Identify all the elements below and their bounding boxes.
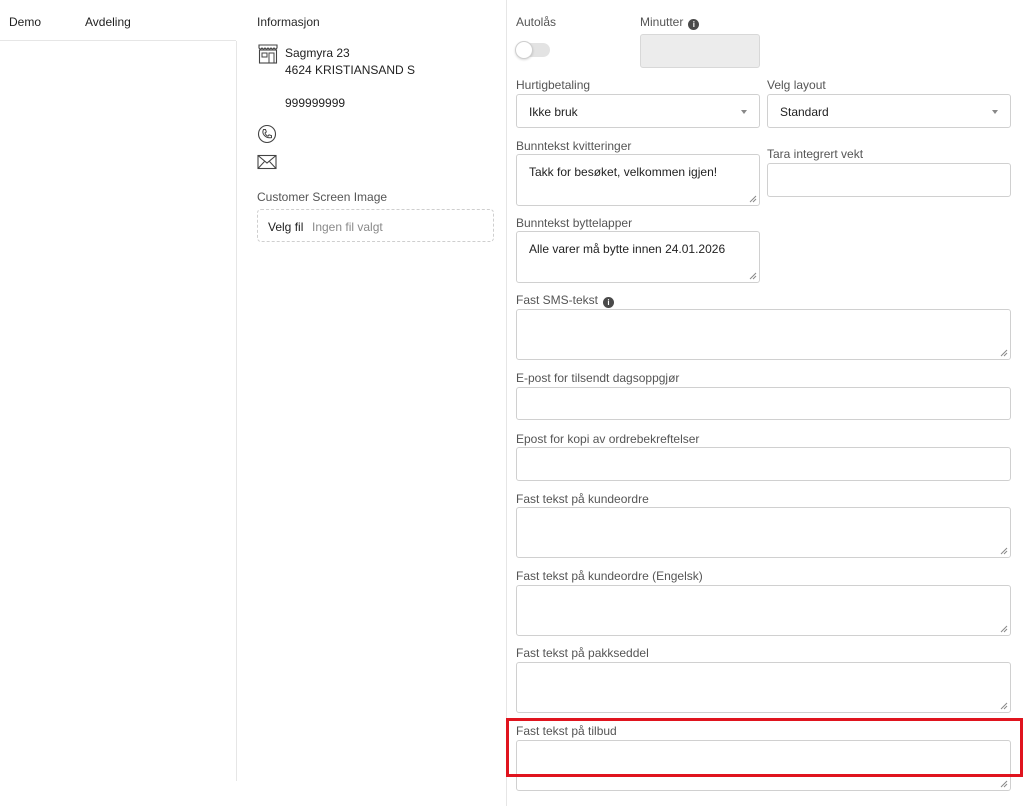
autolas-toggle[interactable] [515, 41, 550, 59]
column-divider [236, 41, 237, 781]
bunntekst-bytte-label: Bunntekst byttelapper [516, 216, 633, 230]
phone-icon[interactable] [257, 124, 277, 144]
layout-select[interactable]: Standard [767, 94, 1011, 128]
pakkseddel-textarea[interactable] [516, 662, 1011, 713]
kundeordre-en-textarea[interactable] [516, 585, 1011, 636]
sms-textarea[interactable] [516, 309, 1011, 360]
column-header-avdeling[interactable]: Avdeling [85, 15, 131, 29]
column-divider [506, 0, 507, 806]
info-title: Informasjon [257, 15, 320, 29]
bunntekst-kvitteringer-label: Bunntekst kvitteringer [516, 139, 632, 153]
bunntekst-kvitteringer-textarea[interactable]: Takk for besøket, velkommen igjen! [516, 154, 760, 206]
customer-screen-file-input[interactable]: Velg fil Ingen fil valgt [257, 209, 494, 242]
sms-label: Fast SMS-tekst i [516, 293, 615, 308]
phone-number: 999999999 [285, 96, 346, 110]
epost-dagsoppgjor-label: E-post for tilsendt dagsoppgjør [516, 371, 680, 385]
minutter-label-text: Minutter [640, 15, 684, 29]
choose-file-button[interactable]: Velg fil [268, 220, 303, 234]
highlight-frame [506, 718, 1023, 777]
bunntekst-bytte-value: Alle varer må bytte innen 24.01.2026 [529, 242, 726, 256]
tara-input[interactable] [767, 163, 1011, 197]
kundeordre-label: Fast tekst på kundeordre [516, 492, 649, 506]
pakkseddel-label: Fast tekst på pakkseddel [516, 646, 649, 660]
info-icon[interactable]: i [603, 297, 615, 308]
bunntekst-bytte-textarea[interactable]: Alle varer må bytte innen 24.01.2026 [516, 231, 760, 283]
resize-handle-icon[interactable] [1000, 702, 1008, 710]
resize-handle-icon[interactable] [749, 272, 757, 280]
kundeordre-textarea[interactable] [516, 507, 1011, 558]
address-street: Sagmyra 23 [285, 46, 350, 60]
info-icon[interactable]: i [688, 19, 700, 30]
resize-handle-icon[interactable] [1000, 547, 1008, 555]
mail-icon[interactable] [257, 154, 277, 170]
epost-ordre-label: Epost for kopi av ordrebekreftelser [516, 432, 700, 446]
toggle-knob[interactable] [515, 41, 533, 59]
epost-dagsoppgjor-input[interactable] [516, 387, 1011, 420]
column-header-demo[interactable]: Demo [9, 15, 41, 29]
minutter-input[interactable] [640, 34, 760, 68]
epost-ordre-input[interactable] [516, 447, 1011, 481]
resize-handle-icon[interactable] [1000, 625, 1008, 633]
resize-handle-icon[interactable] [1000, 349, 1008, 357]
chevron-down-icon [992, 110, 998, 114]
department-list-panel: Demo Avdeling [0, 0, 236, 806]
file-status-text: Ingen fil valgt [312, 220, 383, 234]
resize-handle-icon[interactable] [1000, 780, 1008, 788]
resize-handle-icon[interactable] [749, 195, 757, 203]
address-city: 4624 KRISTIANSAND S [285, 63, 416, 77]
tara-label: Tara integrert vekt [767, 147, 864, 161]
layout-value: Standard [780, 105, 829, 119]
department-list-header: Demo Avdeling [0, 0, 236, 41]
hurtigbetaling-select[interactable]: Ikke bruk [516, 94, 760, 128]
sms-label-text: Fast SMS-tekst [516, 293, 599, 307]
chevron-down-icon [741, 110, 747, 114]
bunntekst-kvitteringer-value: Takk for besøket, velkommen igjen! [529, 165, 718, 179]
autolas-label: Autolås [516, 15, 557, 29]
layout-label: Velg layout [767, 78, 826, 92]
hurtigbetaling-value: Ikke bruk [529, 105, 578, 119]
minutter-label: Minutter i [640, 15, 700, 30]
kundeordre-en-label: Fast tekst på kundeordre (Engelsk) [516, 569, 703, 583]
customer-screen-label: Customer Screen Image [257, 190, 388, 204]
store-icon [258, 44, 278, 64]
hurtigbetaling-label: Hurtigbetaling [516, 78, 591, 92]
